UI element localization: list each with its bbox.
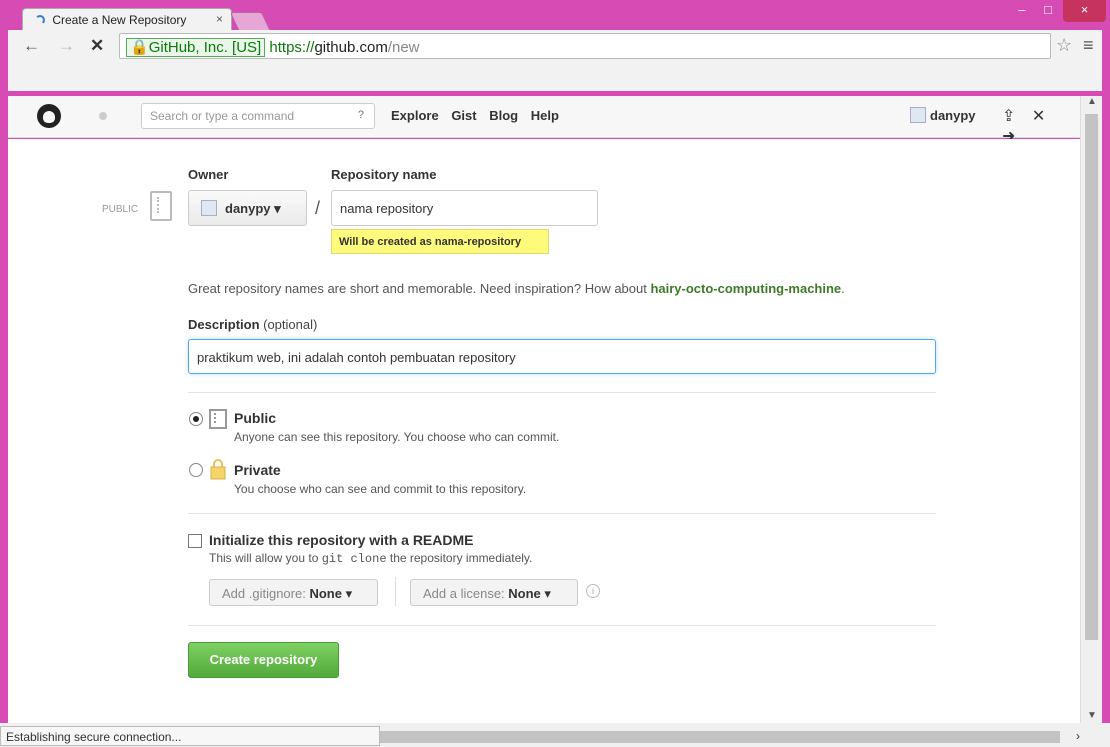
browser-toolbar: ← → ✕ 🔒GitHub, Inc. [US] https://github.…	[8, 30, 1102, 91]
nav-explore[interactable]: Explore	[391, 108, 439, 123]
minimize-button[interactable]: –	[1009, 0, 1035, 22]
tab-close-icon[interactable]: ×	[216, 12, 223, 26]
inspiration-text: Great repository names are short and mem…	[188, 281, 845, 296]
init-readme-checkbox[interactable]	[188, 534, 202, 548]
gitignore-dropdown[interactable]: Add .gitignore: None ▾	[209, 579, 378, 606]
init-readme-description: This will allow you to git clone the rep…	[209, 551, 533, 566]
public-title: Public	[234, 410, 277, 426]
description-input[interactable]: praktikum web, ini adalah contoh pembuat…	[188, 339, 936, 374]
private-description: You choose who can see and commit to thi…	[234, 482, 527, 496]
divider	[188, 625, 936, 626]
search-placeholder: Search or type a command	[150, 109, 295, 123]
license-dropdown[interactable]: Add a license: None ▾	[410, 579, 578, 606]
scroll-down-icon[interactable]: ▼	[1087, 710, 1097, 721]
nav-gist[interactable]: Gist	[451, 108, 476, 123]
forward-arrow-icon[interactable]: →	[58, 36, 75, 56]
repo-name-hint: Will be created as nama-repository	[331, 229, 549, 254]
dropdown-separator	[395, 577, 396, 606]
chevron-down-icon: ▾	[345, 586, 353, 601]
public-radio[interactable]	[189, 412, 203, 426]
new-repository-page: Owner Repository name PUBLIC danypy ▾ / …	[8, 139, 1080, 723]
public-description: Anyone can see this repository. You choo…	[234, 430, 560, 444]
maximize-button[interactable]: □	[1035, 0, 1061, 22]
info-icon[interactable]: i	[586, 584, 600, 598]
private-radio[interactable]	[189, 463, 203, 477]
visibility-badge: PUBLIC	[102, 204, 139, 215]
loading-spinner-icon	[35, 15, 45, 25]
tab-title: Create a New Repository	[52, 13, 187, 27]
vertical-scroll-thumb[interactable]	[1085, 114, 1098, 640]
repository-name-label: Repository name	[331, 167, 437, 182]
back-arrow-icon[interactable]: ←	[23, 36, 40, 56]
init-readme-title: Initialize this repository with a README	[209, 532, 474, 548]
lock-icon	[210, 459, 226, 480]
divider	[188, 392, 936, 393]
repo-book-icon	[150, 191, 172, 221]
nav-blog[interactable]: Blog	[489, 108, 518, 123]
new-tab-button[interactable]	[229, 12, 271, 30]
search-input[interactable]: Search or type a command ?	[141, 103, 375, 129]
url-scheme: https://	[269, 39, 315, 56]
create-repository-button[interactable]: Create repository	[188, 642, 339, 678]
status-bar: Establishing secure connection... ›	[0, 723, 1110, 747]
status-text: Establishing secure connection...	[0, 726, 380, 746]
owner-avatar	[201, 200, 217, 216]
owner-repo-separator: /	[315, 198, 321, 218]
suggested-name-link[interactable]: hairy-octo-computing-machine	[650, 281, 841, 296]
bookmark-star-icon[interactable]: ☆	[1056, 35, 1072, 56]
close-window-button[interactable]: ×	[1063, 0, 1106, 22]
vertical-scrollbar[interactable]: ▲ ▼	[1080, 96, 1102, 723]
notification-dot-icon[interactable]	[99, 112, 107, 120]
owner-value: danypy	[225, 201, 271, 216]
nav-help[interactable]: Help	[531, 108, 559, 123]
divider	[188, 513, 936, 514]
owner-select[interactable]: danypy ▾	[188, 190, 307, 226]
url-path: /new	[387, 39, 420, 56]
avatar	[910, 107, 926, 123]
private-title: Private	[234, 462, 281, 478]
horizontal-scroll-thumb[interactable]	[380, 731, 1060, 743]
address-bar[interactable]: 🔒GitHub, Inc. [US] https://github.com/ne…	[119, 33, 1051, 59]
chevron-down-icon: ▾	[544, 586, 551, 601]
browser-menu-icon[interactable]: ≡	[1083, 35, 1094, 56]
stop-loading-icon[interactable]: ✕	[90, 36, 104, 56]
url-host: github.com	[314, 39, 388, 56]
scroll-up-icon[interactable]: ▲	[1087, 96, 1097, 107]
window-titlebar: Create a New Repository × – □ ×	[0, 0, 1110, 30]
github-nav: Explore Gist Blog Help	[391, 108, 568, 123]
secure-connection-label[interactable]: 🔒GitHub, Inc. [US]	[126, 38, 266, 57]
chevron-down-icon: ▾	[274, 201, 281, 216]
user-profile-link[interactable]: danypy	[910, 107, 976, 123]
github-logo-icon[interactable]	[37, 104, 61, 128]
search-help-icon[interactable]: ?	[358, 109, 364, 121]
public-book-icon	[209, 409, 227, 429]
scroll-right-icon[interactable]: ›	[1076, 729, 1080, 743]
repository-name-input[interactable]: nama repository	[331, 190, 598, 226]
owner-label: Owner	[188, 167, 229, 182]
github-header: Search or type a command ? Explore Gist …	[8, 96, 1080, 145]
description-label: Description (optional)	[188, 317, 318, 332]
username: danypy	[930, 108, 976, 123]
browser-tab[interactable]: Create a New Repository ×	[22, 8, 232, 30]
